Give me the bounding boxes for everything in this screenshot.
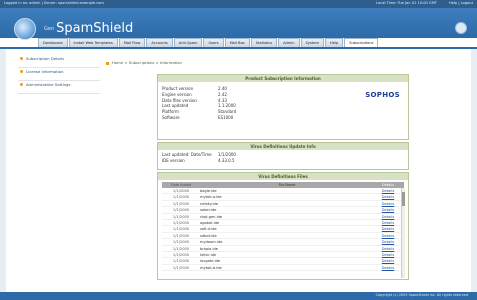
bullet-icon [20,57,23,60]
breadcrumb-text: Home > Subscriptions > Information [112,60,182,65]
cell-file-name: bropia.ide [200,246,218,251]
globe-logo-icon [14,18,36,40]
tab-dashboard[interactable]: Dashboard [38,38,68,47]
nav-divider [0,47,477,49]
details-link[interactable]: Details [374,246,402,251]
tab-users[interactable]: Users [203,38,224,47]
details-link[interactable]: Details [374,239,402,244]
sidebar-item-label: Subscription Details [26,56,64,61]
product-info-title: Product Subscription Information [158,75,408,82]
cell-file-name: mytob-a.ide [200,195,222,200]
details-link[interactable]: Details [374,258,402,263]
help-circle-icon[interactable] [455,22,467,34]
cell-date: 1/1/2000 [172,265,190,270]
tab-mail-box[interactable]: Mail Box [224,38,250,47]
details-link[interactable]: Details [374,226,402,231]
info-value: 4.33.0.5 [218,157,235,163]
info-row: IDE version 4.33.0.5 [162,157,258,165]
virus-files-panel: Virus Definitions Files Date Added File … [157,172,409,280]
details-link[interactable]: Details [374,194,402,199]
cell-date: 1/1/2000 [172,220,190,225]
tab-subscriptions[interactable]: Subscriptions [344,38,379,47]
breadcrumb-bullet-icon [106,61,109,65]
sidebar-item[interactable]: Subscription Details [18,55,100,68]
cell-date: 1/1/2000 [172,252,190,257]
sidebar-item[interactable]: License Information [18,68,100,81]
info-row: Software ES1000 [162,114,258,122]
details-link[interactable]: Details [374,265,402,270]
cell-date: 1/1/2000 [172,240,190,245]
footer-bar: Copyright (c) 2005 SpamShield Inc. All r… [0,292,477,300]
cell-date: 1/1/2000 [172,259,190,264]
brand-prefix: Gen [44,25,55,32]
tab-statistics[interactable]: Statistics [250,38,278,47]
virus-update-panel: Virus Definitions Update Info Last updat… [157,142,409,170]
virus-update-list: Last updated: Date/Time 1/1/2000 IDE versi… [162,152,258,165]
tab-accounts[interactable]: Accounts [146,38,173,47]
server-time-text: Local Time: Tue Jan 01 10:00 GMT [376,1,437,5]
product-info-list: Product version 2.40 Engine version 2.42 Dat… [162,86,258,122]
cell-date: 1/1/2000 [172,227,190,232]
breadcrumb: Home > Subscriptions > Information [106,60,182,65]
details-link[interactable]: Details [374,188,402,193]
cell-file-name: netsky.ide [200,201,218,206]
virus-files-title: Virus Definitions Files [158,173,408,180]
main-nav-tabs: Dashboard Install Web Templates Mail Flow A… [38,38,477,47]
cell-file-name: zafi-d.ide [200,227,217,232]
product-info-panel: Product Subscription Information Product… [157,74,409,140]
table-body: 1/1/2000 bagle.ide Details 1/1/2000 mytob-a.… [162,188,405,278]
help-logout-links[interactable]: Help | Logout [449,1,473,5]
sophos-logo: SOPHOS [365,91,400,99]
info-label: IDE version [162,157,185,163]
right-frame [471,49,477,292]
cell-date: 1/1/2000 [172,214,190,219]
cell-date: 1/1/2000 [172,189,190,193]
cell-file-name: sober.ide [200,208,217,213]
cell-date: 1/1/2000 [172,201,190,206]
table-row: 1/1/2000 mytob-b.ide Details [162,265,404,272]
tab-install-web-templates[interactable]: Install Web Templates [68,38,118,47]
info-value: ES1000 [218,114,234,120]
cell-file-name: agobot.ide [200,220,220,225]
cell-date: 1/1/2000 [172,195,190,200]
cell-file-name: lovgate.ide [200,259,221,264]
info-label: Software [162,114,180,120]
cell-file-name: mydoom.ide [200,240,223,245]
copyright-text: Copyright (c) 2005 SpamShield Inc. All r… [375,293,469,297]
details-link[interactable]: Details [374,214,402,219]
tab-anti-spam[interactable]: Anti-Spam [173,38,203,47]
details-link[interactable]: Details [374,207,402,212]
left-frame [0,49,6,292]
details-link[interactable]: Details [374,220,402,225]
bullet-icon [20,70,23,73]
cell-date: 1/1/2000 [172,208,190,213]
app-title: Gen SpamShield [44,21,133,36]
sidebar: Subscription Details License Information A… [18,55,100,94]
details-link[interactable]: Details [374,233,402,238]
virus-update-title: Virus Definitions Update Info [158,143,408,150]
sidebar-item-label: Administrative Settings [26,82,71,87]
cell-file-name: kelvir.ide [200,252,217,257]
sidebar-item-label: License Information [26,69,64,74]
cell-file-name: sdbot.ide [200,233,217,238]
cell-date: 1/1/2000 [172,246,190,251]
cell-file-name: bagle.ide [200,189,217,193]
login-info-text: Logged in as: admin | Server: spamshield… [4,1,104,5]
tab-mail-flow[interactable]: Mail Flow [118,38,146,47]
details-link[interactable]: Details [374,201,402,206]
tab-admin[interactable]: Admin [278,38,300,47]
bullet-icon [20,83,23,86]
cell-date: 1/1/2000 [172,233,190,238]
top-status-bar: Logged in as: admin | Server: spamshield… [0,0,477,8]
vertical-scrollbar[interactable] [401,188,405,278]
cell-file-name: rbot-gen.ide [200,214,223,219]
scrollbar-thumb[interactable] [402,192,405,206]
sidebar-item[interactable]: Administrative Settings [18,81,100,94]
tab-system[interactable]: System [300,38,324,47]
tab-help[interactable]: Help [325,38,344,47]
details-link[interactable]: Details [374,252,402,257]
brand-name: SpamShield [56,21,134,36]
brand-header: Gen SpamShield [0,8,477,40]
cell-file-name: mytob-b.ide [200,265,222,270]
